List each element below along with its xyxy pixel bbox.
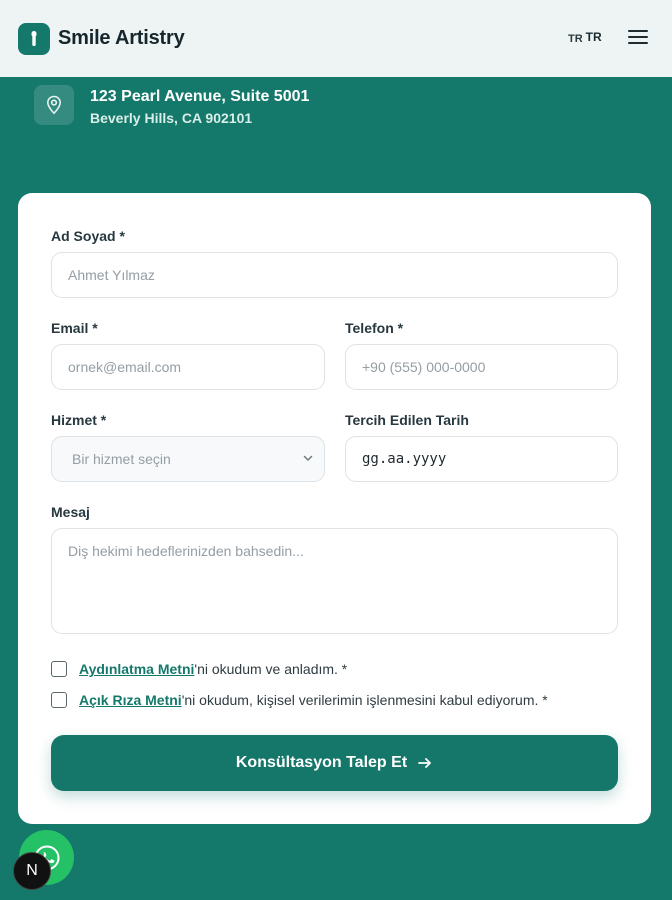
address-block: 123 Pearl Avenue, Suite 5001 Beverly Hil…: [34, 85, 309, 126]
email-input[interactable]: ornek@email.com: [51, 344, 325, 390]
date-value: gg.aa.yyyy: [362, 451, 447, 467]
consent-2-link[interactable]: Açık Rıza Metni: [79, 692, 182, 708]
language-switcher[interactable]: TR TR: [568, 30, 602, 45]
service-select[interactable]: Bir hizmet seçin: [51, 436, 325, 482]
consent-1-checkbox[interactable]: [51, 661, 67, 677]
date-label: Tercih Edilen Tarih: [345, 412, 469, 428]
next-dev-badge[interactable]: N: [13, 852, 51, 890]
phone-placeholder: +90 (555) 000-0000: [362, 359, 486, 375]
phone-label: Telefon *: [345, 320, 404, 336]
lang-flag-label[interactable]: TR: [568, 33, 583, 45]
phone-input[interactable]: +90 (555) 000-0000: [345, 344, 618, 390]
location-pin-icon: [34, 85, 74, 125]
message-placeholder: Diş hekimi hedeflerinizden bahsedin...: [68, 543, 304, 559]
name-placeholder: Ahmet Yılmaz: [68, 267, 155, 283]
address-line-2: Beverly Hills, CA 902101: [90, 110, 253, 126]
consent-2-checkbox[interactable]: [51, 692, 67, 708]
brand-name[interactable]: Smile Artistry: [58, 27, 185, 50]
consultation-form-card: Ad Soyad * Ahmet Yılmaz Email * ornek@em…: [18, 193, 651, 824]
consent-1-link[interactable]: Aydınlatma Metni: [79, 661, 194, 677]
site-header: Smile Artistry TR TR: [0, 0, 672, 77]
name-label: Ad Soyad *: [51, 228, 125, 244]
consent-row-2: Açık Rıza Metni 'ni okudum, kişisel veri…: [51, 692, 548, 708]
chevron-down-icon: [303, 455, 313, 461]
email-placeholder: ornek@email.com: [68, 359, 182, 375]
message-label: Mesaj: [51, 504, 90, 520]
arrow-right-icon: [418, 758, 432, 768]
submit-label: Konsültasyon Talep Et: [235, 754, 408, 771]
service-label: Hizmet *: [51, 412, 107, 428]
consent-2-text: 'ni okudum, kişisel verilerimin işlenmes…: [181, 692, 548, 708]
hamburger-menu-icon[interactable]: [627, 28, 649, 46]
next-badge-letter: N: [26, 862, 38, 879]
date-input[interactable]: gg.aa.yyyy: [345, 436, 618, 482]
address-line-1: 123 Pearl Avenue, Suite 5001: [90, 88, 310, 105]
service-selected-value: Bir hizmet seçin: [72, 451, 171, 467]
name-input[interactable]: Ahmet Yılmaz: [51, 252, 618, 298]
consent-1-text: 'ni okudum ve anladım. *: [194, 661, 348, 677]
submit-button[interactable]: Konsültasyon Talep Et: [51, 735, 618, 791]
message-textarea[interactable]: Diş hekimi hedeflerinizden bahsedin...: [51, 528, 618, 634]
consent-row-1: Aydınlatma Metni 'ni okudum ve anladım. …: [51, 661, 347, 677]
email-label: Email *: [51, 320, 98, 336]
tooth-logo-icon[interactable]: [18, 22, 50, 55]
lang-code-label[interactable]: TR: [586, 30, 602, 44]
